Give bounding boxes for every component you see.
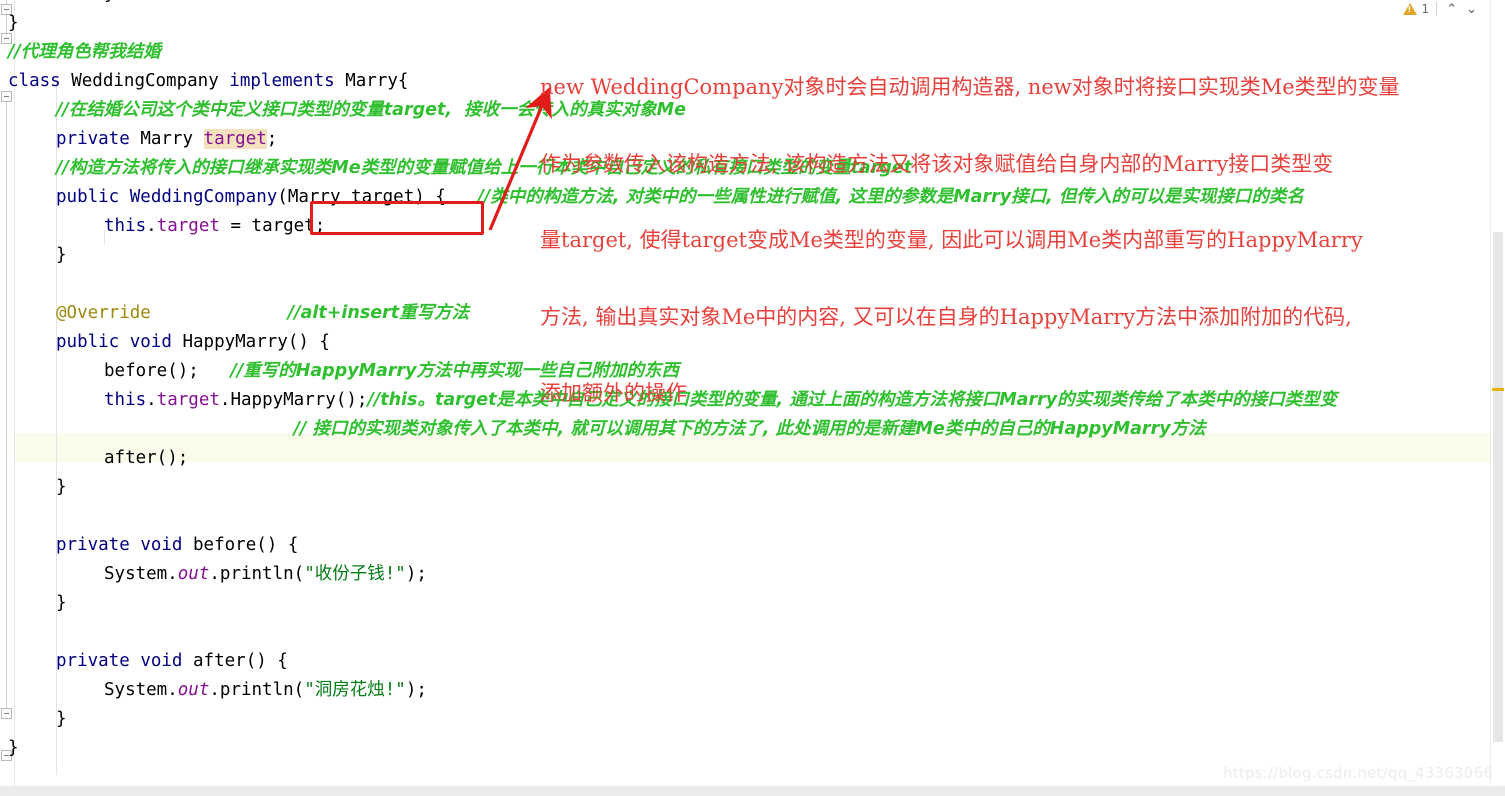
code-token: public — [56, 187, 120, 207]
code-editor[interactable]: }} //代理角色帮我结婚 class WeddingCompany impleme… — [0, 0, 1505, 796]
code-token: this — [104, 216, 147, 236]
code-token: @Override — [56, 303, 151, 323]
code-token: after(); — [104, 448, 189, 468]
code-token: . — [167, 680, 178, 700]
code-token: Marry — [140, 129, 193, 149]
code-token: ; — [266, 129, 278, 149]
code-token: before() { — [193, 535, 299, 555]
annotation-red-line-5: 添加额外的操作 — [540, 381, 687, 405]
code-token: System — [104, 680, 168, 700]
code-token: before(); — [104, 361, 199, 381]
inspection-separator — [1436, 2, 1438, 16]
code-token: this — [104, 390, 147, 410]
code-token: private — [56, 535, 130, 555]
code-token: //alt+insert重写方法 — [287, 303, 470, 323]
annotation-red-line-1: new WeddingCompany对象时会自动调用构造器, new对象时将接口… — [540, 75, 1400, 99]
code-token: .println( — [209, 680, 305, 700]
editor-scrollbar[interactable] — [1490, 0, 1505, 796]
code-line[interactable]: private void before() { — [0, 531, 1505, 560]
code-token: .HappyMarry(); — [219, 390, 368, 410]
annotation-red-text: new WeddingCompany对象时会自动调用构造器, new对象时将接口… — [540, 24, 1500, 458]
code-token: } — [56, 477, 67, 497]
code-token: . — [146, 216, 157, 236]
code-line[interactable]: System.out.println("收份子钱!"); — [0, 560, 1505, 589]
code-line[interactable]: } — [0, 734, 1505, 763]
code-token: ); — [405, 564, 427, 584]
code-token: implements — [229, 71, 335, 91]
code-token: } — [8, 738, 19, 758]
annotation-red-line-2: 作为参数传入该构造方法, 该构造方法又将该对象赋值给自身内部的Marry接口类型… — [540, 151, 1334, 176]
code-line[interactable]: System.out.println("洞房花烛!"); — [0, 676, 1505, 705]
code-token: out — [177, 564, 210, 584]
code-token: "收份子钱!" — [304, 564, 406, 584]
code-token: out — [177, 680, 210, 700]
code-token: .println( — [209, 564, 305, 584]
code-token: HappyMarry() { — [182, 332, 330, 352]
code-token: private — [56, 651, 130, 671]
code-token: ); — [405, 680, 427, 700]
code-token: class — [8, 71, 61, 91]
code-token: (Marry target) { — [277, 187, 446, 207]
code-line[interactable] — [0, 502, 1505, 531]
chevron-up-icon[interactable]: ⌃ — [1444, 3, 1459, 16]
code-token: target — [156, 390, 220, 410]
scrollbar-thumb[interactable] — [1493, 232, 1503, 742]
code-line[interactable]: } — [0, 0, 1505, 9]
code-token: } — [56, 593, 67, 613]
code-token: void — [140, 651, 183, 671]
code-token: } — [8, 13, 19, 33]
code-line[interactable]: private void after() { — [0, 647, 1505, 676]
code-token: public — [56, 332, 120, 352]
code-line[interactable]: } — [0, 705, 1505, 734]
code-token: = target; — [219, 216, 326, 236]
code-token: after() { — [193, 651, 288, 671]
watermark: https://blog.csdn.net/qq_43363066 — [1223, 764, 1493, 782]
code-token: WeddingCompany — [129, 187, 278, 207]
code-token: target — [156, 216, 220, 236]
code-line[interactable]: } — [0, 473, 1505, 502]
code-line[interactable]: } — [0, 589, 1505, 618]
annotation-red-line-3: 量target, 使得target变成Me类型的变量, 因此可以调用Me类内部重… — [540, 228, 1363, 252]
chevron-down-icon[interactable]: ⌄ — [1464, 3, 1479, 16]
annotation-red-line-4: 方法, 输出真实对象Me中的内容, 又可以在自身的HappyMarry方法中添加… — [540, 304, 1352, 329]
code-token: "洞房花烛!" — [304, 680, 406, 700]
code-token: target — [203, 129, 267, 149]
code-token: } — [56, 709, 67, 729]
code-token: private — [56, 129, 130, 149]
code-token: void — [129, 332, 172, 352]
code-token: void — [140, 535, 183, 555]
code-token: //代理角色帮我结婚 — [8, 42, 161, 62]
code-token: System — [104, 564, 168, 584]
warning-count: 1 — [1421, 2, 1430, 16]
code-token: Marry{ — [345, 71, 409, 91]
code-token: WeddingCompany — [71, 71, 219, 91]
code-token: } — [56, 245, 67, 265]
warning-marker-stripe[interactable] — [1492, 388, 1504, 391]
code-line[interactable] — [0, 618, 1505, 647]
code-token: . — [167, 564, 178, 584]
warning-triangle-icon — [1402, 3, 1417, 15]
code-token: . — [146, 390, 157, 410]
inspection-widget[interactable]: 1 ⌃ ⌄ — [1402, 2, 1479, 16]
bottom-strip — [0, 786, 1505, 796]
code-token: } — [104, 0, 115, 4]
